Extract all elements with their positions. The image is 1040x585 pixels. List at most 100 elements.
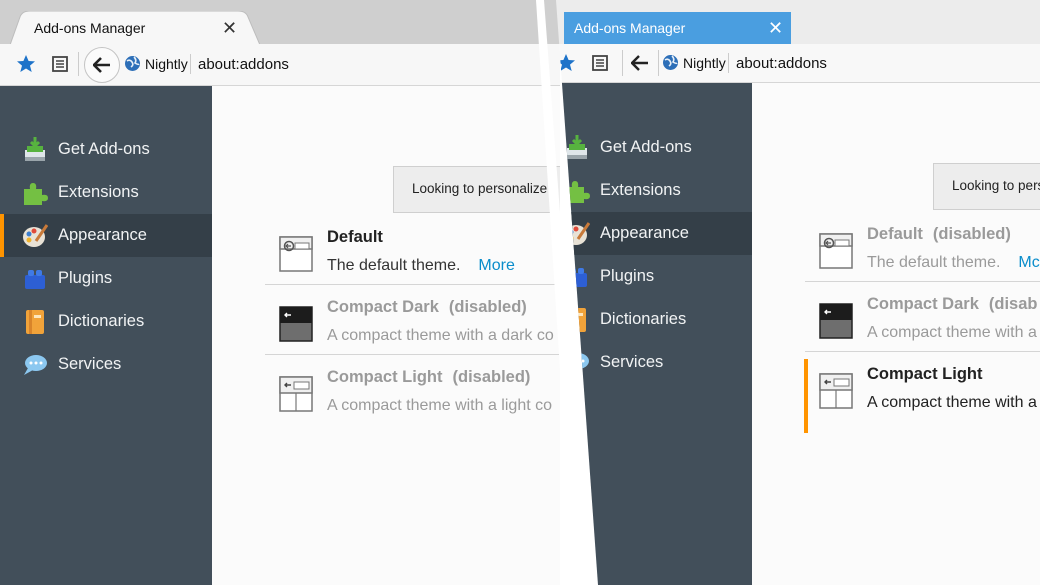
book-icon xyxy=(22,309,48,335)
theme-name: Compact Light xyxy=(867,365,983,384)
sidebar-item-extensions[interactable]: Extensions xyxy=(556,169,752,212)
theme-name: Compact Light (disabled) xyxy=(327,368,530,387)
reading-list-icon[interactable] xyxy=(48,52,72,76)
sidebar-item-label: Dictionaries xyxy=(600,310,687,328)
sidebar-item-extensions[interactable]: Extensions xyxy=(0,171,212,214)
sidebar-item-plugins[interactable]: Plugins xyxy=(0,257,212,300)
sidebar-item-services[interactable]: Services xyxy=(0,343,212,386)
reading-list-icon[interactable] xyxy=(588,51,612,75)
theme-description: A compact theme with a xyxy=(867,324,1037,341)
theme-status: (disabled) xyxy=(452,368,531,386)
sidebar-item-label: Extensions xyxy=(600,181,681,199)
tab-strip: Add-ons Manager ✕ xyxy=(0,0,560,45)
sidebar-item-dictionaries[interactable]: Dictionaries xyxy=(0,300,212,343)
theme-name: Compact Dark (disab xyxy=(867,295,1037,314)
item-divider xyxy=(805,281,1040,282)
globe-icon xyxy=(663,55,678,70)
globe-icon xyxy=(125,56,140,71)
urlbar-separator xyxy=(728,53,729,73)
theme-description: A compact theme with a xyxy=(867,394,1037,411)
selected-indicator xyxy=(0,214,4,257)
tab-title: Add-ons Manager xyxy=(574,20,686,36)
identity-label: Nightly xyxy=(145,55,188,72)
theme-title: Compact Dark xyxy=(327,298,439,316)
star-bookmark-icon[interactable] xyxy=(14,52,38,76)
sidebar-item-label: Services xyxy=(58,355,122,373)
identity-label: Nightly xyxy=(683,54,726,71)
sidebar-item-label: Dictionaries xyxy=(58,312,145,330)
url-input[interactable]: about:addons xyxy=(198,56,289,73)
sidebar-item-label: Services xyxy=(600,353,664,371)
close-icon[interactable]: ✕ xyxy=(222,13,237,43)
tab-addons-manager[interactable]: Add-ons Manager ✕ xyxy=(564,12,791,44)
item-divider xyxy=(265,354,560,355)
right-window: Add-ons Manager ✕ Nightly about:addons G… xyxy=(556,0,1040,585)
sidebar-item-appearance[interactable]: Appearance xyxy=(556,212,752,255)
chat-icon xyxy=(22,352,48,378)
compact-dark-thumbnail xyxy=(279,306,313,342)
compact-dark-thumbnail xyxy=(819,303,853,339)
close-icon[interactable]: ✕ xyxy=(768,12,783,44)
toolbar-separator xyxy=(622,50,623,76)
sidebar-item-plugins[interactable]: Plugins xyxy=(556,255,752,298)
default-theme-thumbnail xyxy=(819,233,853,269)
sidebar-item-label: Plugins xyxy=(600,267,655,285)
personalize-notice: Looking to pers xyxy=(933,163,1040,210)
sidebar-item-label: Extensions xyxy=(58,183,139,201)
theme-title: Default xyxy=(327,228,383,246)
themes-content: Looking to personalize y Default The def… xyxy=(212,86,560,585)
theme-title: Compact Dark xyxy=(867,295,979,313)
sidebar-item-appearance[interactable]: Appearance xyxy=(0,214,212,257)
themes-content: Looking to pers Default (disabled) The de… xyxy=(752,83,1040,585)
item-divider xyxy=(805,351,1040,352)
theme-status: (disab xyxy=(988,295,1038,313)
theme-title: Default xyxy=(867,225,923,243)
theme-title: Compact Light xyxy=(327,368,443,386)
sidebar-item-get-addons[interactable]: Get Add-ons xyxy=(0,128,212,171)
theme-status: (disabled) xyxy=(932,225,1011,243)
more-link[interactable]: More xyxy=(478,257,514,274)
site-identity[interactable]: Nightly xyxy=(662,54,726,71)
theme-description: A compact theme with a dark co xyxy=(327,327,554,344)
selected-theme-indicator xyxy=(804,359,808,433)
lego-icon xyxy=(22,266,48,292)
theme-status: (disabled) xyxy=(448,298,527,316)
default-theme-thumbnail xyxy=(279,236,313,272)
site-identity[interactable]: Nightly xyxy=(124,55,188,72)
description-text: The default theme. xyxy=(867,254,1001,271)
sidebar-item-label: Get Add-ons xyxy=(600,138,692,156)
sidebar-item-label: Appearance xyxy=(600,224,689,242)
palette-icon xyxy=(22,223,48,249)
theme-item-compact-light[interactable]: Compact Light (disabled) A compact theme … xyxy=(265,364,560,434)
tab-strip: Add-ons Manager ✕ xyxy=(556,0,1040,44)
sidebar-item-label: Plugins xyxy=(58,269,113,287)
theme-name: Default (disabled) xyxy=(867,225,1011,244)
sidebar-item-label: Get Add-ons xyxy=(58,140,150,158)
sidebar-item-label: Appearance xyxy=(58,226,147,244)
compact-light-thumbnail xyxy=(819,373,853,409)
urlbar-separator xyxy=(190,54,191,74)
get-addons-icon xyxy=(564,134,590,161)
categories-sidebar: Get Add-ons Extensions Appearance Plugin… xyxy=(0,86,212,585)
puzzle-icon xyxy=(22,180,48,206)
item-divider xyxy=(265,284,560,285)
back-button[interactable] xyxy=(628,51,652,75)
toolbar-separator xyxy=(658,50,659,76)
sidebar-item-get-addons[interactable]: Get Add-ons xyxy=(556,126,752,169)
theme-description: The default theme. More xyxy=(327,257,515,275)
tab-addons-manager[interactable]: Add-ons Manager ✕ xyxy=(34,13,244,43)
theme-item-compact-light[interactable]: Compact Light A compact theme with a xyxy=(804,359,1040,433)
back-button[interactable] xyxy=(84,47,120,83)
get-addons-icon xyxy=(22,136,48,163)
back-arrow-icon xyxy=(93,57,110,73)
description-text: The default theme. xyxy=(327,257,461,274)
theme-description: A compact theme with a light co xyxy=(327,397,552,414)
url-input[interactable]: about:addons xyxy=(736,55,827,72)
toolbar-separator xyxy=(78,52,79,76)
theme-name: Compact Dark (disabled) xyxy=(327,298,527,317)
nav-bar: Nightly about:addons xyxy=(556,44,1040,83)
theme-description: The default theme. Mc xyxy=(867,254,1040,272)
left-window: Add-ons Manager ✕ Nightly about:addons G… xyxy=(0,0,560,585)
nav-bar: Nightly about:addons xyxy=(0,44,560,86)
more-link[interactable]: Mc xyxy=(1018,254,1039,271)
